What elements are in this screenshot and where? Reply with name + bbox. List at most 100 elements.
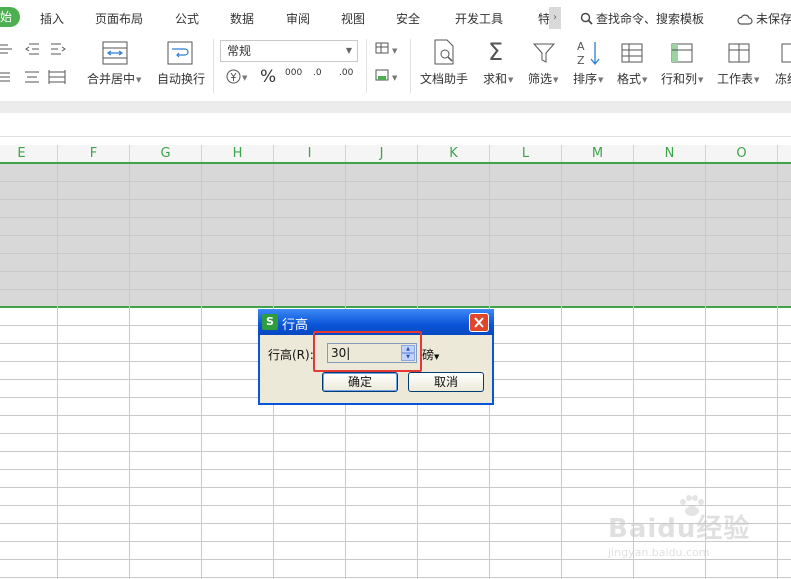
grid-line	[0, 181, 791, 182]
grid-line	[777, 164, 778, 579]
column-header-h[interactable]: H	[202, 145, 274, 162]
align-left-icon[interactable]	[0, 42, 14, 56]
tab-scroll-right-button[interactable]: ›	[549, 7, 561, 29]
worksheet-icon	[728, 43, 750, 63]
search-icon	[580, 12, 593, 25]
grid-line	[0, 487, 791, 488]
ribbon-separator	[366, 39, 367, 93]
sort-button[interactable]: 排序▼	[573, 70, 603, 87]
cell-style-button[interactable]: ▼	[375, 69, 397, 84]
command-search-label: 查找命令、搜索模板	[596, 12, 705, 26]
document-helper-icon	[434, 39, 454, 65]
watermark-brand: Baidu经验	[608, 514, 751, 544]
chevron-down-icon: ▼	[642, 76, 648, 84]
column-header-i[interactable]: I	[274, 145, 346, 162]
number-format-value: 常规	[227, 44, 252, 58]
format-button[interactable]: 格式▼	[617, 70, 647, 87]
chevron-down-icon: ▼	[392, 47, 398, 55]
column-header-j[interactable]: J	[346, 145, 418, 162]
grid-line	[0, 433, 791, 434]
ribbon-separator	[213, 39, 214, 93]
sum-icon: Σ	[488, 38, 504, 66]
conditional-format-button[interactable]: ▼	[375, 42, 397, 57]
currency-icon	[226, 69, 241, 84]
tab-start[interactable]: 始	[0, 7, 20, 27]
column-header-f[interactable]: F	[58, 145, 130, 162]
rows-columns-button[interactable]: 行和列▼	[661, 70, 703, 87]
column-header-n[interactable]: N	[634, 145, 706, 162]
grid-line	[0, 577, 791, 578]
grid-line	[201, 164, 202, 579]
baidu-watermark: Baidu经验 jingyan.baidu.com	[608, 494, 768, 564]
chevron-down-icon: ▼	[392, 74, 398, 82]
cancel-button[interactable]: 取消	[408, 372, 484, 392]
column-header-o[interactable]: O	[706, 145, 778, 162]
thousands-button[interactable]: 000	[285, 68, 302, 78]
worksheet-button[interactable]: 工作表▼	[717, 70, 759, 87]
chevron-down-icon: ▼	[553, 76, 559, 84]
wps-app-icon: S	[262, 314, 278, 330]
tab-view[interactable]: 视图	[341, 10, 365, 27]
tab-developer[interactable]: 开发工具	[455, 10, 503, 27]
sort-label: 排序	[573, 72, 598, 86]
cell-style-icon	[375, 69, 389, 81]
tab-insert[interactable]: 插入	[40, 10, 64, 27]
svg-text:Z: Z	[577, 54, 585, 67]
freeze-panes-button[interactable]: 冻结	[775, 70, 791, 87]
column-header-l[interactable]: L	[490, 145, 562, 162]
merge-center-icon	[102, 41, 128, 65]
grid-line	[129, 164, 130, 579]
merge-center-button[interactable]: 合并居中▼	[87, 70, 141, 87]
align-center-icon[interactable]	[24, 70, 40, 84]
column-header-row: E F G H I J K L M N O	[0, 145, 791, 164]
grid-line	[0, 289, 791, 290]
chevron-down-icon: ▼	[698, 76, 704, 84]
chevron-down-icon: ▼	[434, 353, 440, 361]
cloud-icon	[737, 14, 753, 25]
outdent-icon[interactable]	[24, 42, 40, 56]
filter-label: 筛选	[528, 72, 553, 86]
number-format-select[interactable]: 常规 ▼	[220, 40, 358, 62]
tab-security[interactable]: 安全	[396, 10, 420, 27]
currency-button[interactable]: ▼	[226, 69, 247, 84]
distributed-align-icon[interactable]	[48, 70, 66, 84]
tab-data[interactable]: 数据	[230, 10, 254, 27]
ok-button[interactable]: 确定	[322, 372, 398, 392]
grid-line	[0, 451, 791, 452]
cloud-save-status[interactable]: 未保存	[737, 10, 791, 27]
column-header-g[interactable]: G	[130, 145, 202, 162]
column-header-e[interactable]: E	[0, 145, 58, 162]
wrap-text-button[interactable]: 自动换行	[157, 70, 205, 87]
unsaved-label: 未保存	[756, 12, 791, 26]
filter-icon	[532, 43, 556, 63]
grid-line	[0, 469, 791, 470]
filter-button[interactable]: 筛选▼	[528, 70, 558, 87]
sum-button[interactable]: 求和▼	[483, 70, 513, 87]
sort-icon: A Z	[577, 40, 600, 67]
chevron-down-icon: ▼	[242, 74, 248, 82]
grid-line	[0, 253, 791, 254]
wrap-text-icon	[167, 41, 193, 65]
tab-formulas[interactable]: 公式	[175, 10, 199, 27]
indent-icon[interactable]	[50, 42, 66, 56]
unit-select[interactable]: 磅▼	[422, 346, 439, 363]
dialog-close-button[interactable]	[469, 313, 489, 332]
increase-decimal-button[interactable]: .0	[313, 68, 322, 78]
align-justify-icon[interactable]	[0, 70, 12, 84]
decrease-decimal-button[interactable]: .00	[339, 68, 353, 78]
tab-page-layout[interactable]: 页面布局	[95, 10, 143, 27]
percent-button[interactable]: %	[260, 67, 276, 87]
grid-line	[561, 164, 562, 579]
formula-bar[interactable]	[0, 113, 791, 137]
svg-text:A: A	[577, 40, 585, 53]
column-header-k[interactable]: K	[418, 145, 490, 162]
grid-line	[57, 164, 58, 579]
tab-review[interactable]: 审阅	[286, 10, 310, 27]
command-search[interactable]: 查找命令、搜索模板	[580, 10, 704, 27]
menu-bar: 始 插入 页面布局 公式 数据 审阅 视图 安全 开发工具 特 › 查找命令、搜…	[0, 0, 791, 35]
format-label: 格式	[617, 72, 642, 86]
document-helper-button[interactable]: 文档助手	[420, 70, 468, 87]
annotation-highlight-box	[313, 331, 422, 372]
watermark-url: jingyan.baidu.com	[608, 546, 710, 559]
column-header-m[interactable]: M	[562, 145, 634, 162]
